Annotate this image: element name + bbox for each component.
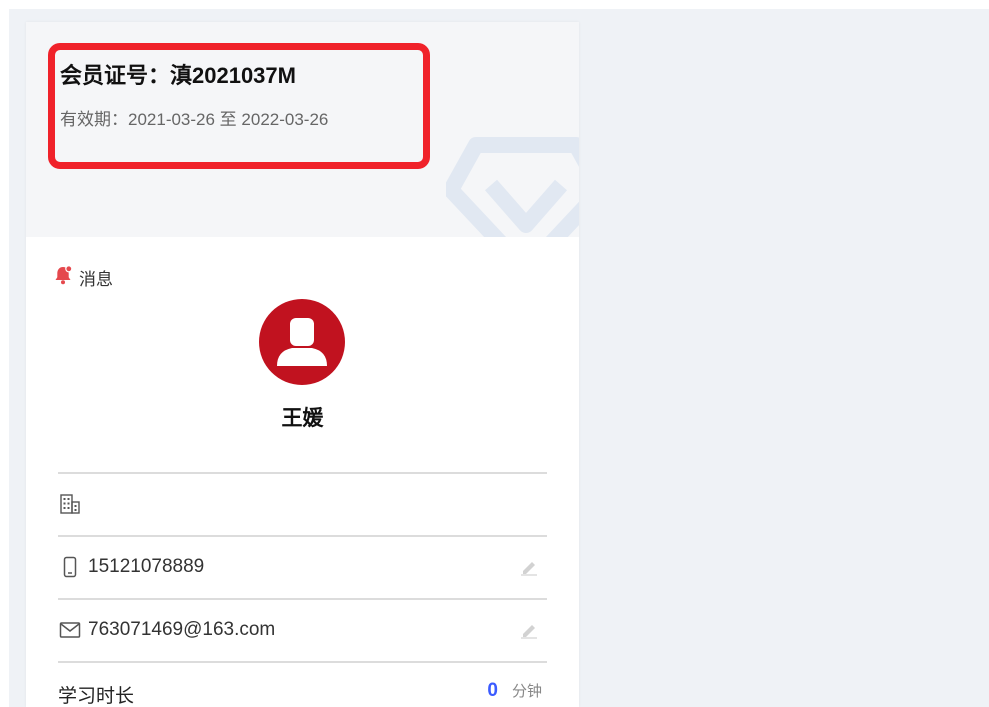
user-name: 王媛 — [281, 407, 324, 430]
phone-number: 15121078889 — [88, 556, 205, 577]
study-time-label: 学习时长 — [58, 685, 135, 707]
pencil-icon[interactable] — [519, 558, 539, 581]
divider — [58, 598, 547, 600]
avatar[interactable] — [259, 299, 345, 385]
messages-link[interactable]: 消息 — [53, 265, 113, 290]
highlight-annotation-box — [48, 43, 430, 169]
organization-row — [58, 480, 547, 528]
phone-row: 15121078889 — [58, 543, 547, 591]
divider — [58, 535, 547, 537]
study-time-unit: 分钟 — [511, 683, 542, 700]
email-address: 763071469@163.com — [88, 619, 276, 640]
mail-icon — [58, 618, 82, 642]
study-time-stat: 0 分钟 — [487, 680, 542, 702]
study-time-row: 学习时长 0 分钟 — [58, 670, 547, 707]
messages-label: 消息 — [79, 270, 113, 289]
bell-icon — [53, 265, 73, 290]
user-silhouette-icon — [277, 318, 327, 366]
email-row: 763071469@163.com — [58, 606, 547, 654]
divider — [58, 472, 547, 474]
divider — [58, 661, 547, 663]
phone-icon — [58, 555, 82, 579]
shield-v-icon — [446, 137, 579, 237]
pencil-icon[interactable] — [519, 621, 539, 644]
study-time-value: 0 — [487, 680, 498, 701]
building-icon — [58, 492, 82, 516]
